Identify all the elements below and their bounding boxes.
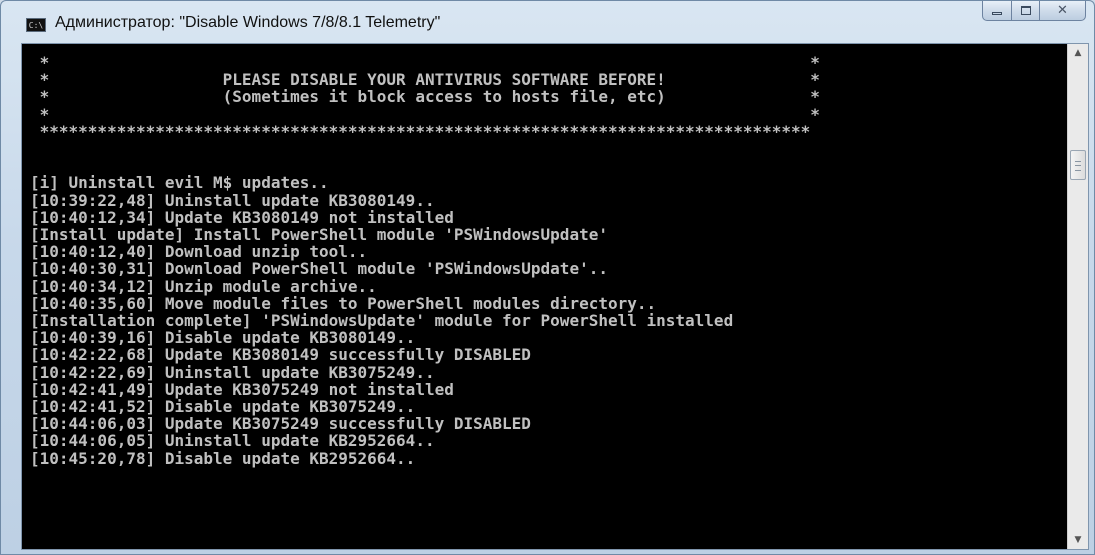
console-line: [10:44:06,03] Update KB3075249 successfu… — [30, 414, 531, 434]
console-output[interactable]: * * * PLEASE DISABLE YOUR ANTIVIRUS SOFT… — [22, 44, 1067, 549]
title-bar[interactable]: C:\ Администратор: "Disable Windows 7/8/… — [1, 1, 1094, 43]
console-line: * PLEASE DISABLE YOUR ANTIVIRUS SOFTWARE… — [30, 70, 820, 90]
console-line: [10:42:22,68] Update KB3080149 successfu… — [30, 345, 531, 365]
chevron-up-icon: ▲ — [1074, 48, 1082, 58]
close-button[interactable]: ✕ — [1040, 1, 1086, 21]
console-line: [10:45:20,78] Disable update KB2952664.. — [30, 448, 416, 468]
console-line: [10:42:41,52] Disable update KB3075249.. — [30, 397, 416, 417]
console-text: * * * PLEASE DISABLE YOUR ANTIVIRUS SOFT… — [22, 44, 1067, 467]
console-line: * * — [30, 104, 820, 124]
console-line: [Install update] Install PowerShell modu… — [30, 225, 608, 245]
console-app-icon[interactable]: C:\ — [26, 18, 46, 32]
vertical-scrollbar[interactable]: ▲ ▼ — [1067, 44, 1088, 549]
grip-icon — [1075, 161, 1081, 171]
console-line: [10:40:30,31] Download PowerShell module… — [30, 259, 608, 279]
scroll-down-button[interactable]: ▼ — [1068, 531, 1088, 549]
console-line: [10:39:22,48] Uninstall update KB3080149… — [30, 190, 435, 210]
maximize-icon — [1020, 6, 1031, 15]
console-line: [10:42:22,69] Uninstall update KB3075249… — [30, 362, 435, 382]
minimize-icon — [992, 12, 1002, 15]
window-controls: ✕ — [982, 1, 1086, 23]
console-line: [10:42:41,49] Update KB3075249 not insta… — [30, 379, 454, 399]
console-line: [10:44:06,05] Uninstall update KB2952664… — [30, 431, 435, 451]
console-line: * * — [30, 53, 820, 72]
chevron-down-icon: ▼ — [1074, 535, 1082, 545]
window-title: Администратор: "Disable Windows 7/8/8.1 … — [55, 14, 441, 31]
console-line: [10:40:12,34] Update KB3080149 not insta… — [30, 207, 454, 227]
console-line: [Installation complete] 'PSWindowsUpdate… — [30, 311, 734, 331]
console-line: [10:40:39,16] Disable update KB3080149.. — [30, 328, 416, 348]
console-line: [10:40:34,12] Unzip module archive.. — [30, 276, 377, 296]
console-line: * (Sometimes it block access to hosts fi… — [30, 87, 820, 107]
console-line: [10:40:35,60] Move module files to Power… — [30, 293, 657, 313]
maximize-button[interactable] — [1012, 1, 1040, 21]
minimize-button[interactable] — [982, 1, 1012, 21]
console-window: C:\ Администратор: "Disable Windows 7/8/… — [0, 0, 1095, 555]
console-area: * * * PLEASE DISABLE YOUR ANTIVIRUS SOFT… — [21, 43, 1089, 550]
close-icon: ✕ — [1057, 3, 1068, 18]
scroll-thumb[interactable] — [1070, 150, 1086, 180]
scroll-up-button[interactable]: ▲ — [1068, 44, 1088, 62]
console-line: [i] Uninstall evil M$ updates.. — [30, 173, 329, 193]
console-line: [10:40:12,40] Download unzip tool.. — [30, 242, 368, 262]
console-line: ****************************************… — [30, 121, 811, 141]
